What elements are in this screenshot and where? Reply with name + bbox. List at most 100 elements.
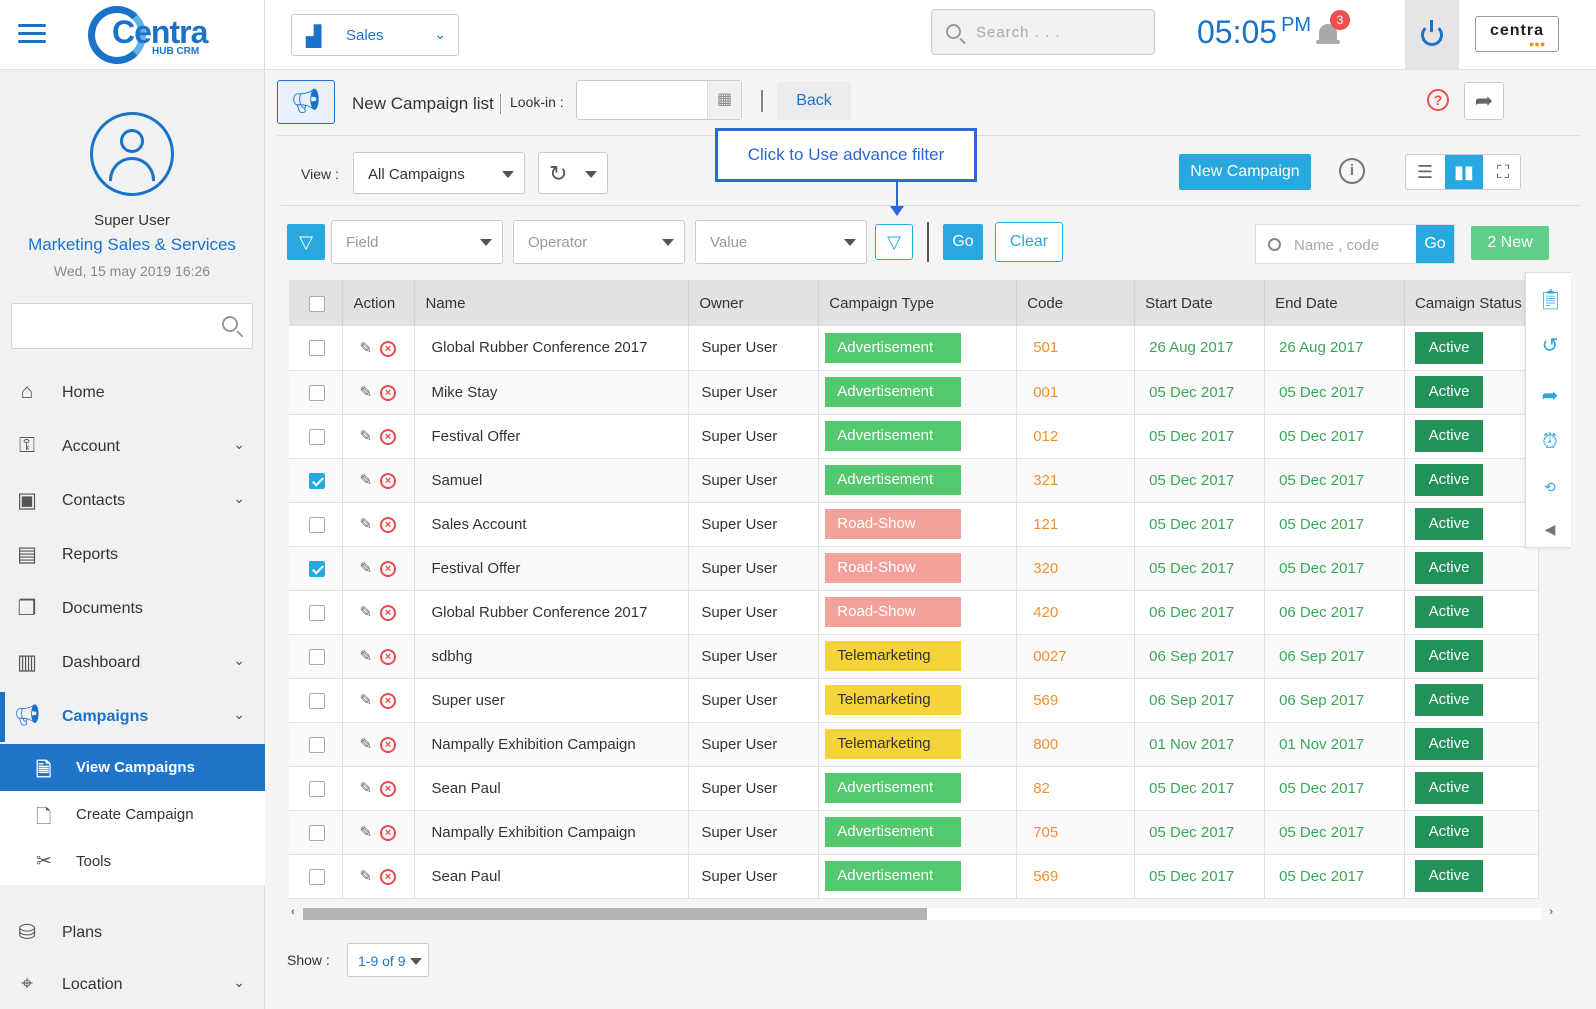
kanban-view-icon[interactable]: ▮▮ [1445, 155, 1483, 189]
share-icon[interactable]: ➦ [1538, 383, 1562, 408]
filter-clear-button[interactable]: Clear [995, 222, 1063, 262]
sidebar-search-input[interactable] [11, 303, 253, 349]
column-header-owner[interactable]: Owner [688, 280, 820, 326]
row-checkbox[interactable] [309, 384, 325, 401]
column-header-campaign-type[interactable]: Campaign Type [818, 280, 1018, 326]
table-row[interactable]: ✎ × Festival Offer Super User Advertisement 0… [289, 414, 1539, 459]
hamburger-menu-icon[interactable] [18, 24, 46, 44]
sidebar-item-reports[interactable]: ▤ Reports [0, 530, 265, 580]
row-checkbox[interactable] [309, 824, 325, 841]
edit-pencil-icon[interactable]: ✎ [359, 647, 372, 665]
edit-pencil-icon[interactable]: ✎ [359, 559, 372, 577]
edit-pencil-icon[interactable]: ✎ [359, 779, 372, 797]
brand-button[interactable]: centra ●●● [1475, 16, 1559, 52]
column-header-start-date[interactable]: Start Date [1134, 280, 1266, 326]
quick-search-go-button[interactable]: Go [1416, 225, 1454, 263]
delete-icon[interactable]: × [380, 869, 397, 886]
cell-name[interactable]: Festival Offer [414, 546, 690, 591]
table-row[interactable]: ✎ × Sean Paul Super User Advertisement 569 05 … [289, 854, 1539, 899]
cell-name[interactable]: Super user [414, 678, 690, 723]
help-icon[interactable]: ? [1427, 89, 1449, 111]
delete-icon[interactable]: × [380, 429, 397, 446]
delete-icon[interactable]: × [380, 693, 397, 710]
delete-icon[interactable]: × [380, 473, 397, 490]
horizontal-scrollbar[interactable]: ‹ › [289, 906, 1555, 922]
select-all-checkbox[interactable] [309, 295, 325, 312]
edit-pencil-icon[interactable]: ✎ [359, 515, 372, 533]
sidebar-subitem-view-campaigns[interactable]: 🗎︎ View Campaigns [0, 744, 265, 791]
column-header-end-date[interactable]: End Date [1264, 280, 1405, 326]
edit-pencil-icon[interactable]: ✎ [359, 735, 372, 753]
cell-name[interactable]: Global Rubber Conference 2017 [414, 326, 690, 371]
cell-name[interactable]: Sean Paul [414, 854, 690, 899]
sidebar-subitem-tools[interactable]: ✂ Tools [0, 838, 265, 885]
filter-funnel-icon[interactable]: ▽ [287, 224, 325, 260]
calendar-icon[interactable]: ▦ [707, 81, 741, 119]
table-row[interactable]: ✎ × sdbhg Super User Telemarketing 0027 06 Sep… [289, 634, 1539, 679]
row-checkbox[interactable] [309, 780, 325, 797]
row-checkbox[interactable] [309, 472, 325, 489]
scroll-right-arrow-icon[interactable]: › [1549, 906, 1553, 918]
cell-name[interactable]: Festival Offer [414, 414, 690, 459]
share-forward-button[interactable]: ➦ [1464, 82, 1504, 120]
edit-pencil-icon[interactable]: ✎ [359, 339, 372, 357]
table-row[interactable]: ✎ × Super user Super User Telemarketing 569 06… [289, 678, 1539, 723]
edit-pencil-icon[interactable]: ✎ [359, 383, 372, 401]
edit-pencil-icon[interactable]: ✎ [359, 823, 372, 841]
delete-icon[interactable]: × [380, 605, 397, 622]
sidebar-item-plans[interactable]: ⛁ Plans [0, 908, 265, 958]
edit-pencil-icon[interactable]: ✎ [359, 471, 372, 489]
column-header-name[interactable]: Name [414, 280, 690, 326]
delete-icon[interactable]: × [380, 737, 397, 754]
cell-name[interactable]: Mike Stay [414, 370, 690, 415]
delete-icon[interactable]: × [380, 825, 397, 842]
global-search[interactable] [931, 9, 1155, 55]
cell-name[interactable]: Sean Paul [414, 766, 690, 811]
edit-pencil-icon[interactable]: ✎ [359, 691, 372, 709]
row-checkbox[interactable] [309, 340, 325, 357]
row-checkbox[interactable] [309, 868, 325, 885]
delete-icon[interactable]: × [380, 517, 397, 534]
delete-icon[interactable]: × [380, 781, 397, 798]
edit-pencil-icon[interactable]: ✎ [359, 427, 372, 445]
notification-bell-icon[interactable]: 3 [1315, 10, 1350, 50]
table-row[interactable]: ✎ × Global Rubber Conference 2017 Super Use… [289, 326, 1539, 371]
centra-logo[interactable]: Centra HUB CRM [88, 6, 218, 64]
cell-name[interactable]: sdbhg [414, 634, 690, 679]
row-checkbox[interactable] [309, 648, 325, 665]
sidebar-item-account[interactable]: ⚿ Account ⌄ [0, 422, 265, 472]
delete-icon[interactable]: × [380, 340, 397, 357]
edit-pencil-icon[interactable]: ✎ [359, 867, 372, 885]
view-select[interactable]: All Campaigns [353, 152, 525, 194]
column-header-code[interactable]: Code [1016, 280, 1136, 326]
sidebar-item-documents[interactable]: ❐ Documents [0, 584, 265, 634]
list-view-icon[interactable]: ☰ [1406, 155, 1444, 189]
row-checkbox[interactable] [309, 428, 325, 445]
new-campaign-button[interactable]: New Campaign [1179, 154, 1311, 190]
collapse-left-icon[interactable]: ◀ [1538, 521, 1562, 538]
cell-name[interactable]: Nampally Exhibition Campaign [414, 810, 690, 855]
operator-select[interactable]: Operator [513, 220, 685, 264]
table-row[interactable]: ✎ × Mike Stay Super User Advertisement 001 05 … [289, 370, 1539, 415]
row-checkbox[interactable] [309, 516, 325, 533]
page-size-select[interactable]: 1-9 of 9 [347, 943, 429, 977]
scrollbar-thumb[interactable] [303, 908, 927, 920]
sidebar-subitem-create-campaign[interactable]: 🗋︎ Create Campaign [0, 791, 265, 838]
alarm-clock-icon[interactable]: ⏰︎ [1538, 431, 1562, 454]
filter-go-button[interactable]: Go [943, 224, 983, 260]
hierarchy-view-icon[interactable]: ⛶ [1484, 155, 1522, 189]
sidebar-item-location[interactable]: ⌖ Location ⌄ [0, 960, 265, 1009]
cell-name[interactable]: Samuel [414, 458, 690, 503]
delete-icon[interactable]: × [380, 385, 397, 402]
megaphone-icon[interactable]: 📢︎ [277, 80, 335, 124]
sidebar-item-home[interactable]: ⌂ Home [0, 368, 265, 418]
scroll-left-arrow-icon[interactable]: ‹ [291, 906, 295, 918]
delete-icon[interactable]: × [380, 561, 397, 578]
cell-name[interactable]: Global Rubber Conference 2017 [414, 590, 690, 635]
quick-search-input[interactable] [1294, 235, 1414, 255]
sidebar-item-dashboard[interactable]: ▥ Dashboard ⌄ [0, 638, 265, 688]
advance-filter-icon[interactable]: ▽ [875, 224, 913, 260]
table-row[interactable]: ✎ × Global Rubber Conference 2017 Super Use… [289, 590, 1539, 635]
refresh-select[interactable]: ↻ [538, 152, 608, 194]
table-row[interactable]: ✎ × Sean Paul Super User Advertisement 82 05 D… [289, 766, 1539, 811]
